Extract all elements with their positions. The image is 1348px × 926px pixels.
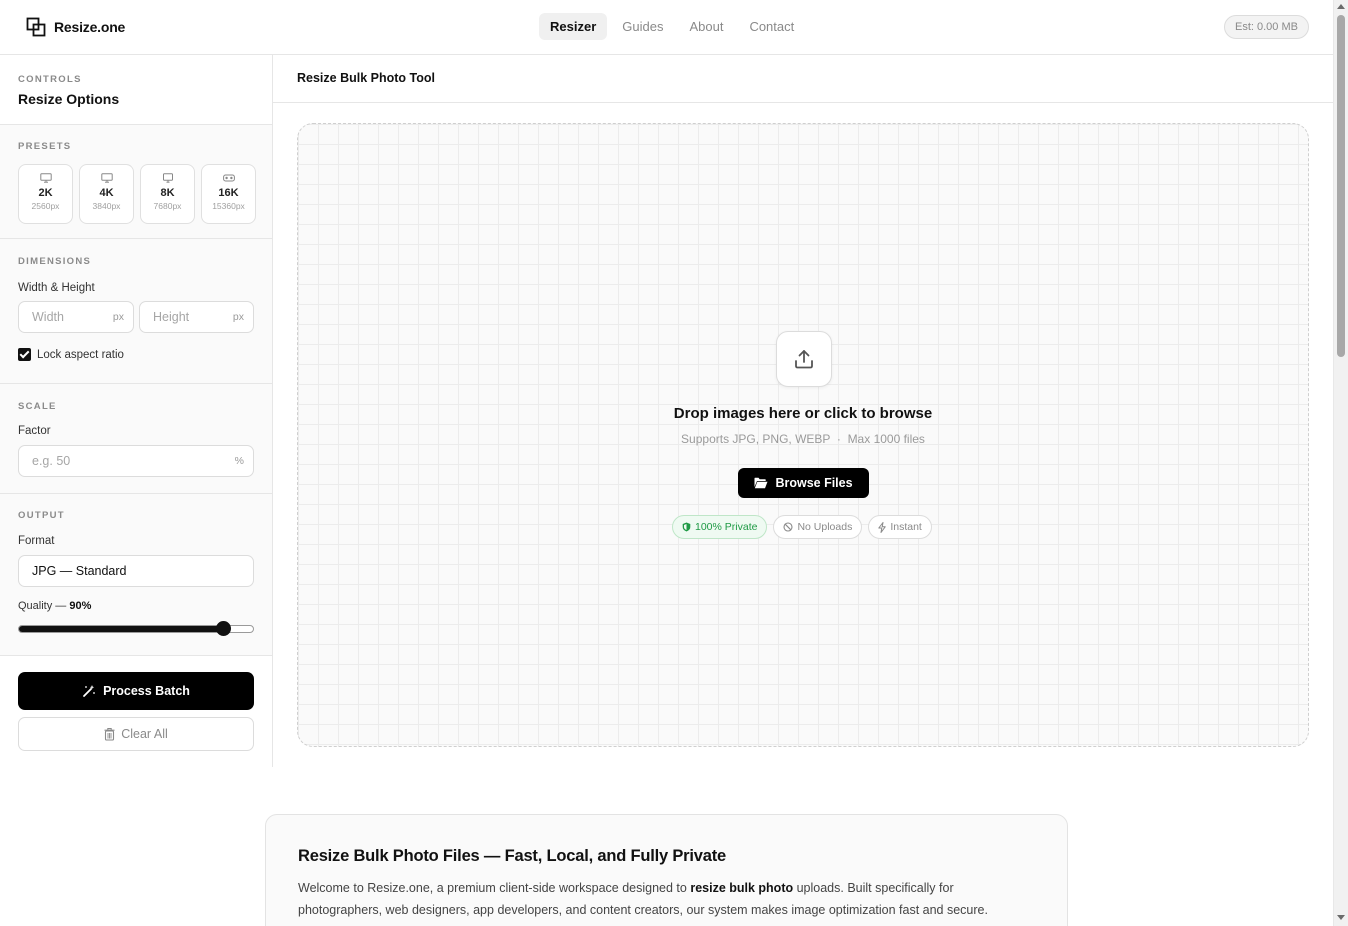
vr-headset-icon xyxy=(222,174,235,182)
instant-badge: Instant xyxy=(868,515,932,539)
main-nav: Resizer Guides About Contact xyxy=(539,13,805,40)
scroll-up-arrow-icon[interactable] xyxy=(1337,4,1345,9)
page-scrollbar[interactable] xyxy=(1333,0,1348,926)
shield-icon xyxy=(682,522,691,532)
scale-caption: SCALE xyxy=(18,401,57,412)
nav-guides[interactable]: Guides xyxy=(611,13,674,40)
drop-subtitle: Supports JPG, PNG, WEBP · Max 1000 files xyxy=(298,432,1308,446)
format-select[interactable]: JPG — Standard xyxy=(18,555,254,587)
controls-sidebar: CONTROLS Resize Options PRESETS 2K 2560p… xyxy=(0,55,273,767)
height-input[interactable]: Height px xyxy=(139,301,254,333)
scale-section: SCALE Factor e.g. 50 % xyxy=(0,384,272,494)
info-title: Resize Bulk Photo Files — Fast, Local, a… xyxy=(298,847,726,865)
max-files: Max 1000 files xyxy=(847,432,925,446)
ban-icon xyxy=(783,522,794,532)
monitor-icon xyxy=(100,173,113,183)
feature-badges: 100% Private No Uploads Instant xyxy=(672,515,932,539)
info-body: Welcome to Resize.one, a premium client-… xyxy=(298,877,1038,921)
preset-name: 2K xyxy=(38,187,53,199)
controls-caption: CONTROLS xyxy=(18,74,82,85)
size-estimate-badge: Est: 0.00 MB xyxy=(1224,15,1309,39)
upload-icon-box[interactable] xyxy=(776,331,832,387)
preset-16k[interactable]: 16K 15360px xyxy=(201,164,256,224)
width-height-label: Width & Height xyxy=(18,282,95,294)
no-uploads-badge-label: No Uploads xyxy=(797,521,853,533)
height-placeholder: Height xyxy=(153,310,190,324)
clear-all-label: Clear All xyxy=(121,727,168,741)
preset-px: 2560px xyxy=(31,201,60,211)
scale-factor-input[interactable]: e.g. 50 % xyxy=(18,445,254,477)
format-value: JPG — Standard xyxy=(32,564,127,578)
instant-badge-label: Instant xyxy=(890,521,922,533)
logo-icon xyxy=(26,17,46,37)
preset-px: 3840px xyxy=(92,201,121,211)
presets-caption: PRESETS xyxy=(18,141,72,152)
height-unit: px xyxy=(232,311,244,323)
preset-name: 4K xyxy=(99,187,114,199)
page-title: Resize Bulk Photo Tool xyxy=(297,71,435,85)
quality-slider-fill xyxy=(19,626,224,632)
scroll-thumb[interactable] xyxy=(1337,15,1345,357)
clear-all-button[interactable]: Clear All xyxy=(18,717,254,751)
file-dropzone[interactable]: Drop images here or click to browse Supp… xyxy=(297,123,1309,747)
quality-value: 90% xyxy=(69,600,92,612)
nav-about[interactable]: About xyxy=(678,13,734,40)
preset-px: 7680px xyxy=(153,201,182,211)
monitor-icon xyxy=(162,173,173,183)
controls-header: CONTROLS Resize Options xyxy=(0,55,272,125)
logo[interactable]: Resize.one xyxy=(26,17,125,37)
top-header: Resize.one Resizer Guides About Contact … xyxy=(0,0,1333,55)
sidebar-title: Resize Options xyxy=(18,91,120,107)
dimensions-caption: DIMENSIONS xyxy=(18,256,92,267)
preset-4k[interactable]: 4K 3840px xyxy=(79,164,134,224)
drop-title: Drop images here or click to browse xyxy=(673,405,933,422)
quality-text: Quality — xyxy=(18,600,67,612)
width-placeholder: Width xyxy=(32,310,64,324)
supported-formats: Supports JPG, PNG, WEBP xyxy=(681,432,831,446)
private-badge: 100% Private xyxy=(672,515,768,539)
info-body-bold: resize bulk photo xyxy=(690,881,794,895)
browse-files-button[interactable]: Browse Files xyxy=(738,468,869,498)
factor-label: Factor xyxy=(18,425,51,437)
process-batch-button[interactable]: Process Batch xyxy=(18,672,254,710)
output-section: OUTPUT Format JPG — Standard Quality — 9… xyxy=(0,494,272,656)
lock-aspect-ratio-row[interactable]: Lock aspect ratio xyxy=(18,348,124,361)
quality-label: Quality — 90% xyxy=(18,600,91,612)
logo-text: Resize.one xyxy=(54,19,126,35)
upload-icon xyxy=(795,350,813,369)
scroll-down-arrow-icon[interactable] xyxy=(1337,915,1345,920)
preset-2k[interactable]: 2K 2560px xyxy=(18,164,73,224)
presets-section: PRESETS 2K 2560px 4K 3840px 8K 7680px 16… xyxy=(0,125,272,239)
drop-separator: · xyxy=(836,432,841,446)
info-body-pre: Welcome to Resize.one, a premium client-… xyxy=(298,881,691,895)
preset-px: 15360px xyxy=(212,201,245,211)
lock-aspect-checkbox[interactable] xyxy=(18,348,31,361)
folder-open-icon xyxy=(754,477,768,489)
preset-8k[interactable]: 8K 7680px xyxy=(140,164,195,224)
width-unit: px xyxy=(112,311,124,323)
preset-name: 16K xyxy=(218,187,239,199)
magic-wand-icon xyxy=(83,685,95,697)
factor-placeholder: e.g. 50 xyxy=(32,454,71,468)
main-header: Resize Bulk Photo Tool xyxy=(273,55,1333,103)
monitor-icon xyxy=(39,173,52,183)
output-caption: OUTPUT xyxy=(18,510,65,521)
dimensions-section: DIMENSIONS Width & Height Width px Heigh… xyxy=(0,239,272,384)
info-card: Resize Bulk Photo Files — Fast, Local, a… xyxy=(265,814,1068,926)
preset-name: 8K xyxy=(160,187,175,199)
width-input[interactable]: Width px xyxy=(18,301,134,333)
lock-aspect-label[interactable]: Lock aspect ratio xyxy=(37,349,124,361)
no-uploads-badge: No Uploads xyxy=(773,515,863,539)
private-badge-label: 100% Private xyxy=(695,521,758,533)
nav-contact[interactable]: Contact xyxy=(738,13,805,40)
browse-files-label: Browse Files xyxy=(775,476,853,490)
process-batch-label: Process Batch xyxy=(103,684,190,698)
format-label: Format xyxy=(18,535,55,547)
quality-slider-thumb[interactable] xyxy=(216,621,231,636)
quality-slider[interactable] xyxy=(18,621,254,636)
percent-unit: % xyxy=(234,455,244,467)
trash-icon xyxy=(104,727,115,741)
bolt-icon xyxy=(878,521,887,533)
nav-resizer[interactable]: Resizer xyxy=(539,13,608,40)
